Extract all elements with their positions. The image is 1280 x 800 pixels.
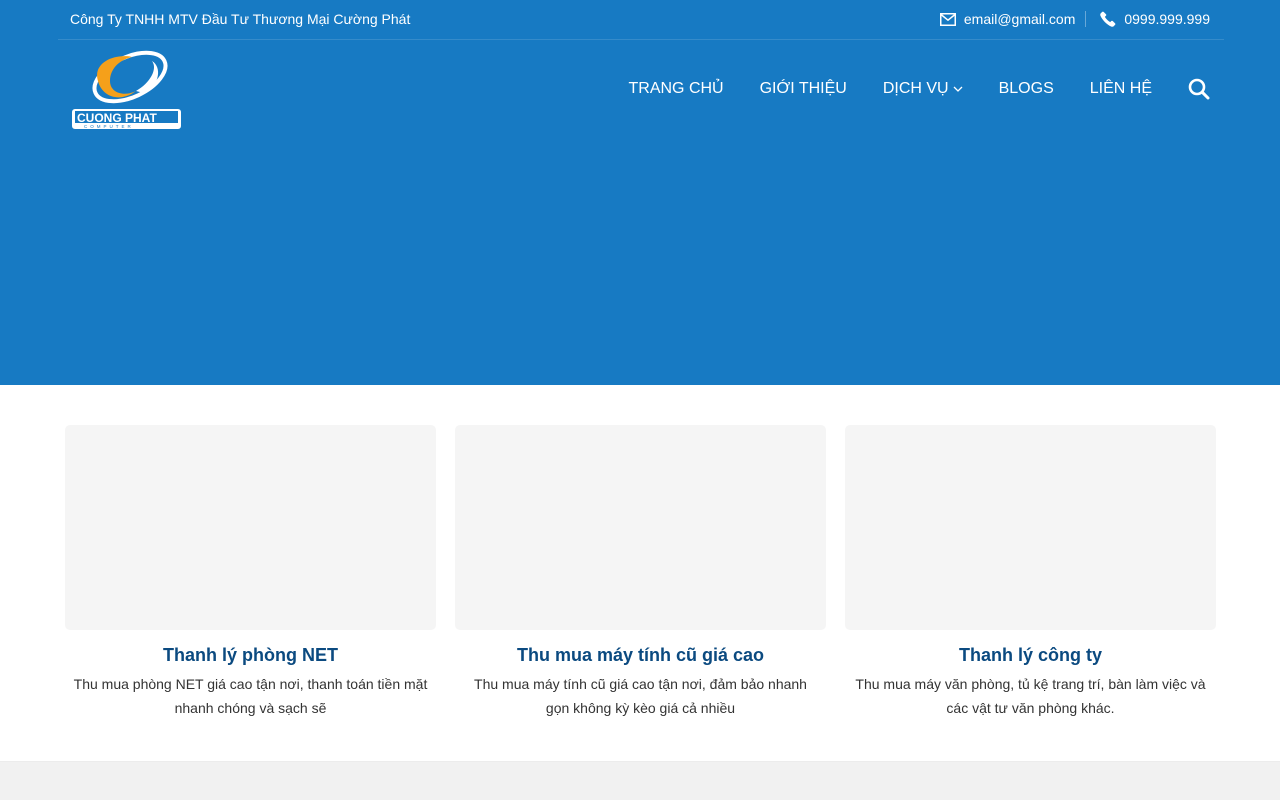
nav-lien-he[interactable]: LIÊN HỆ <box>1090 80 1152 98</box>
service-image-placeholder[interactable] <box>65 425 436 630</box>
services-section: Thanh lý phòng NET Thu mua phòng NET giá… <box>0 385 1280 761</box>
nav-dich-vu[interactable]: DỊCH VỤ <box>883 80 963 98</box>
email-link[interactable]: email@gmail.com <box>964 11 1075 27</box>
service-image-placeholder[interactable] <box>455 425 826 630</box>
nav-blogs[interactable]: BLOGS <box>999 80 1054 98</box>
logo-subtext: COMPUTER <box>84 124 134 129</box>
phone-link[interactable]: 0999.999.999 <box>1124 11 1210 27</box>
main-nav: TRANG CHỦ GIỚI THIỆU DỊCH VỤ BLOGS LIÊN … <box>593 78 1211 100</box>
service-card[interactable]: Thanh lý phòng NET Thu mua phòng NET giá… <box>65 425 436 720</box>
chevron-down-icon <box>953 86 963 92</box>
search-icon[interactable] <box>1188 78 1210 100</box>
service-card[interactable]: Thanh lý công ty Thu mua máy văn phòng, … <box>845 425 1216 720</box>
footer-band <box>0 761 1280 800</box>
nav-dich-vu-label: DỊCH VỤ <box>882 80 949 97</box>
top-bar: Công Ty TNHH MTV Đầu Tư Thương Mại Cường… <box>58 0 1224 40</box>
phone-icon <box>1100 11 1116 27</box>
envelope-icon <box>939 12 956 26</box>
logo-text: CUONG PHAT <box>77 111 157 125</box>
service-image-placeholder[interactable] <box>845 425 1216 630</box>
service-title[interactable]: Thanh lý phòng NET <box>65 644 436 667</box>
service-description: Thu mua máy văn phòng, tủ kệ trang trí, … <box>855 676 1206 717</box>
nav-gioi-thieu[interactable]: GIỚI THIỆU <box>760 80 847 98</box>
contact-divider <box>1085 11 1087 27</box>
contact-info: email@gmail.com 0999.999.999 <box>939 11 1210 27</box>
service-description: Thu mua máy tính cũ giá cao tận nơi, đảm… <box>474 676 807 717</box>
service-description: Thu mua phòng NET giá cao tận nơi, thanh… <box>73 676 428 717</box>
site-header: Công Ty TNHH MTV Đầu Tư Thương Mại Cường… <box>0 0 1280 385</box>
site-logo[interactable]: CUONG PHAT COMPUTER <box>70 47 183 133</box>
service-card[interactable]: Thu mua máy tính cũ giá cao Thu mua máy … <box>455 425 826 720</box>
service-title[interactable]: Thu mua máy tính cũ giá cao <box>455 644 826 667</box>
nav-trang-chu[interactable]: TRANG CHỦ <box>629 80 724 98</box>
company-name: Công Ty TNHH MTV Đầu Tư Thương Mại Cường… <box>70 11 411 27</box>
service-title[interactable]: Thanh lý công ty <box>845 644 1216 667</box>
